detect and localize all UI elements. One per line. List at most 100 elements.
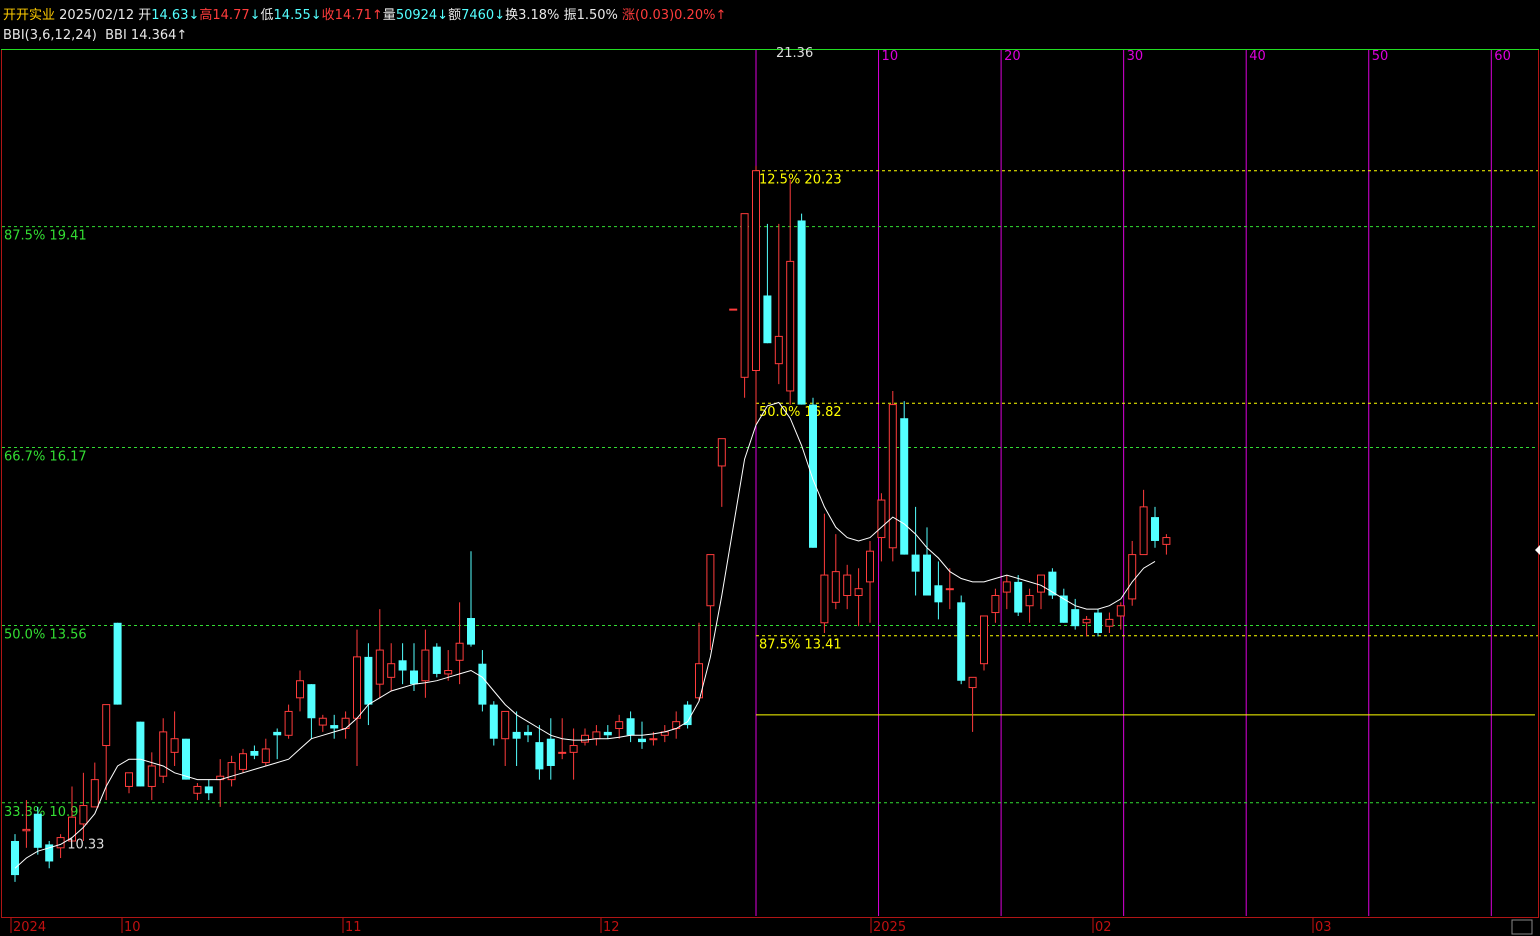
candle-body — [79, 805, 88, 825]
candle-body — [296, 680, 304, 699]
candle-body — [478, 663, 487, 705]
candle-body — [1082, 618, 1091, 624]
cycle-label: 30 — [1127, 49, 1144, 64]
axis-label: 02 — [1095, 920, 1112, 935]
candle-body — [603, 731, 612, 736]
candle-body — [147, 765, 156, 787]
candle-body — [615, 721, 624, 729]
cycle-label: 10 — [882, 49, 899, 64]
candle-body — [626, 718, 635, 736]
candle-body — [717, 438, 726, 467]
candle-body — [558, 751, 567, 754]
candlestick-chart[interactable]: 10 20 30 40 50 60 87.5% 19.41 66.7% 16.17 50.0%… — [0, 0, 1540, 936]
candle-body — [854, 588, 863, 597]
axis-label: 12 — [603, 920, 620, 935]
candle-body — [318, 717, 327, 726]
candle-body — [888, 404, 897, 549]
kline-chart-window[interactable]: 开开实业 2025/02/12 开14.63↓高14.77↓低14.55↓收14… — [0, 0, 1540, 936]
candle-body — [991, 595, 1000, 614]
candle-body — [1162, 537, 1171, 545]
candle-body — [569, 745, 578, 753]
candle-body — [945, 588, 954, 591]
ratio-label-left: 66.7% 16.17 — [4, 450, 87, 465]
cycle-label: 60 — [1494, 49, 1511, 64]
candle-body — [843, 574, 852, 597]
candle-body — [809, 404, 817, 548]
candle-body — [398, 660, 407, 671]
candle-body — [501, 710, 510, 740]
axis-label: 2024 — [13, 920, 46, 935]
ratio-label-right: 50.0% 16.82 — [759, 405, 842, 420]
axis-label: 10 — [124, 920, 141, 935]
candle-body — [421, 649, 430, 682]
candle-body — [638, 738, 646, 743]
candle-body — [136, 721, 145, 787]
candle-body — [592, 731, 601, 740]
candle-body — [911, 554, 920, 572]
candle-body — [763, 295, 772, 344]
candle-body — [125, 772, 133, 787]
candle-body — [102, 704, 111, 747]
candle-body — [729, 308, 738, 311]
cycle-label: 20 — [1004, 49, 1021, 64]
axis-label: 03 — [1315, 920, 1332, 935]
candle-body — [455, 642, 464, 661]
candle-body — [786, 260, 795, 392]
candle-body — [831, 571, 840, 603]
candle-body — [284, 710, 293, 736]
candle-body — [535, 742, 544, 770]
candle-body — [1002, 581, 1011, 593]
candle-body — [182, 738, 190, 780]
price-cursor-marker — [1535, 545, 1540, 555]
candle-body — [170, 738, 179, 753]
candle-body — [957, 602, 966, 681]
candle-body — [193, 785, 202, 794]
candle-body — [375, 649, 384, 685]
axis-label: 2025 — [873, 920, 906, 935]
candle-body — [1105, 618, 1114, 627]
candle-body — [330, 725, 339, 729]
candle-body — [204, 786, 213, 794]
candle-body — [353, 656, 361, 719]
candle-body — [307, 684, 316, 719]
candle-body — [797, 220, 806, 405]
candle-body — [22, 828, 31, 832]
scroll-box[interactable] — [1511, 919, 1533, 935]
ratio-label-left: 87.5% 19.41 — [4, 229, 87, 244]
candle-body — [1014, 581, 1023, 613]
candle-body — [159, 731, 168, 777]
candle-body — [581, 734, 589, 743]
candle-body — [11, 840, 19, 876]
candle-body — [820, 574, 829, 624]
candle-body — [877, 499, 886, 539]
candle-body — [273, 731, 282, 736]
candle-body — [866, 550, 874, 583]
candle-body — [1025, 595, 1034, 607]
candle-body — [1128, 554, 1137, 600]
candle-body — [546, 738, 555, 766]
cycle-label: 40 — [1249, 49, 1266, 64]
candle-body — [706, 554, 715, 607]
candle-body — [489, 704, 498, 739]
candle-body — [649, 738, 658, 741]
candle-body — [444, 670, 453, 675]
ratio-label-right: 87.5% 13.41 — [759, 638, 842, 653]
ratio-label-right: 12.5% 20.23 — [759, 173, 842, 188]
candle-body — [980, 615, 988, 665]
candle-body — [33, 813, 42, 848]
ratio-label-left: 50.0% 13.56 — [4, 628, 87, 643]
candle-body — [968, 676, 977, 689]
candle-body — [250, 750, 259, 756]
candle-body — [740, 213, 749, 378]
candle-body — [1059, 595, 1068, 623]
candle-body — [432, 646, 441, 674]
candle-body — [934, 585, 943, 603]
candle-body — [364, 656, 373, 705]
axis-label: 11 — [345, 920, 362, 935]
candle-body — [261, 748, 270, 764]
candle-body — [923, 554, 931, 596]
candle-body — [387, 663, 396, 678]
candle-body — [1151, 517, 1159, 541]
candle-body — [239, 753, 247, 770]
candle-body — [410, 670, 418, 685]
